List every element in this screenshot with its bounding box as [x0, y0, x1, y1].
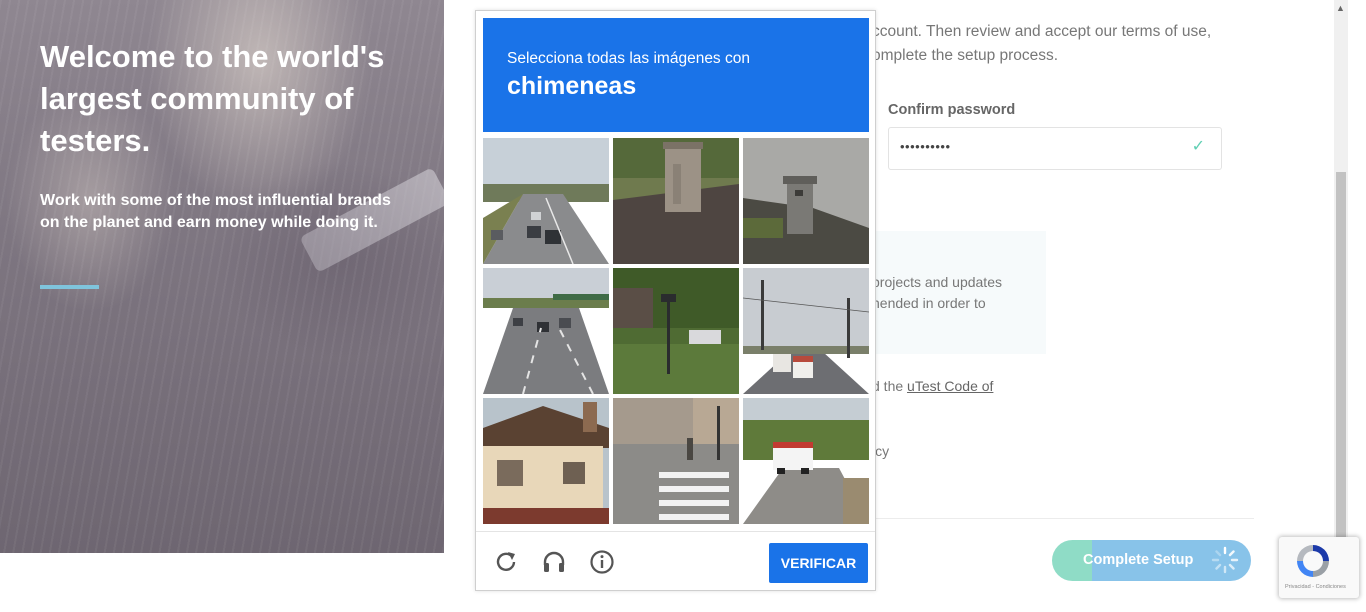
info-icon[interactable]: [589, 549, 615, 575]
notice-line-1: projects and updates: [872, 274, 1002, 290]
notice-line-2: hended in order to: [872, 295, 986, 311]
code-of-conduct-text: d the uTest Code of: [872, 378, 993, 394]
reload-icon[interactable]: [493, 549, 519, 575]
complete-setup-label: Complete Setup: [1083, 552, 1194, 568]
intro-line-2: omplete the setup process.: [872, 47, 1059, 64]
challenge-header: Selecciona todas las imágenes con chimen…: [483, 18, 869, 132]
image-tile[interactable]: [743, 138, 869, 264]
image-tile[interactable]: [613, 138, 739, 264]
audio-challenge-icon[interactable]: [541, 549, 567, 575]
hero-panel: Welcome to the world's largest community…: [0, 0, 444, 553]
image-tile[interactable]: [743, 398, 869, 524]
loading-spinner-icon: [1211, 546, 1239, 574]
image-tile[interactable]: [483, 138, 609, 264]
setup-intro-text: ccount. Then review and accept our terms…: [872, 20, 1232, 68]
hero-subtitle: Work with some of the most influential b…: [40, 192, 391, 231]
scroll-up-arrow-icon[interactable]: ▲: [1336, 3, 1345, 13]
challenge-instruction: Selecciona todas las imágenes con: [507, 50, 750, 67]
challenge-target: chimeneas: [507, 72, 637, 100]
image-tile[interactable]: [483, 398, 609, 524]
image-grid: [483, 138, 869, 524]
confirm-password-label: Confirm password: [888, 102, 1016, 118]
page-scrollbar[interactable]: ▲: [1334, 0, 1348, 553]
image-tile[interactable]: [613, 268, 739, 394]
complete-setup-button[interactable]: Complete Setup: [1052, 540, 1251, 581]
challenge-footer-divider: [476, 531, 875, 532]
badge-legal-text[interactable]: Privacidad - Condiciones: [1285, 584, 1346, 590]
form-divider: [872, 518, 1254, 519]
scrollbar-thumb[interactable]: [1336, 172, 1346, 542]
notice-box: projects and updates hended in order to: [872, 231, 1046, 354]
confirm-password-field[interactable]: •••••••••• ✓: [888, 127, 1222, 170]
hero-title: Welcome to the world's largest community…: [40, 39, 385, 158]
hero-accent-rule: [40, 285, 99, 289]
recaptcha-challenge: Selecciona todas las imágenes con chimen…: [475, 10, 876, 591]
image-tile[interactable]: [483, 268, 609, 394]
code-prefix: d the: [872, 378, 908, 394]
recaptcha-badge[interactable]: Privacidad - Condiciones: [1279, 537, 1359, 598]
image-tile[interactable]: [613, 398, 739, 524]
confirm-password-value: ••••••••••: [900, 139, 951, 154]
recaptcha-logo-icon: [1297, 545, 1329, 577]
image-tile[interactable]: [743, 268, 869, 394]
checkmark-icon: ✓: [1191, 138, 1205, 155]
code-of-conduct-link[interactable]: uTest Code of: [907, 378, 993, 394]
verify-button[interactable]: VERIFICAR: [769, 543, 868, 583]
intro-line-1: ccount. Then review and accept our terms…: [872, 23, 1212, 40]
